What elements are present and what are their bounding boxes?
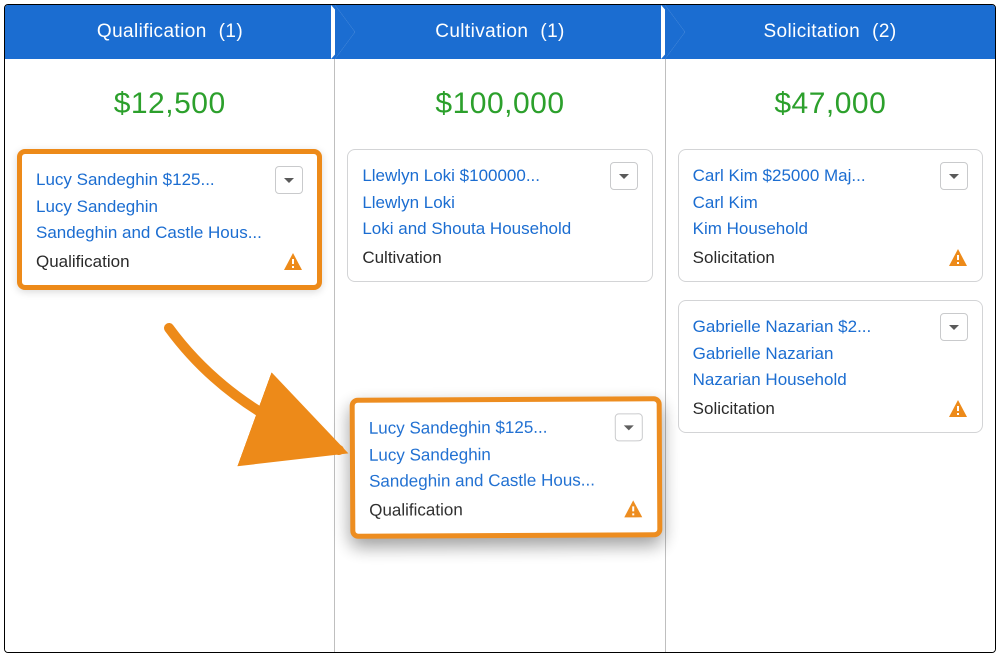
card-household[interactable]: Nazarian Household bbox=[693, 367, 968, 393]
opportunity-card[interactable]: Gabrielle Nazarian $2... Gabrielle Nazar… bbox=[678, 300, 983, 433]
opportunity-card[interactable]: Lucy Sandeghin $125... Lucy Sandeghin Sa… bbox=[17, 149, 322, 290]
card-stage: Solicitation bbox=[693, 245, 775, 271]
stage-count: (2) bbox=[872, 21, 896, 43]
warning-icon bbox=[948, 248, 968, 268]
stage-header-qualification[interactable]: Qualification (1) bbox=[5, 5, 335, 59]
card-menu-button[interactable] bbox=[610, 162, 638, 190]
chevron-down-icon bbox=[618, 163, 630, 189]
stage-count: (1) bbox=[219, 21, 243, 43]
card-title[interactable]: Llewlyn Loki $100000... bbox=[362, 163, 609, 189]
card-household[interactable]: Kim Household bbox=[693, 216, 968, 242]
card-menu-button[interactable] bbox=[940, 162, 968, 190]
card-contact[interactable]: Lucy Sandeghin bbox=[369, 441, 643, 469]
card-contact[interactable]: Carl Kim bbox=[693, 190, 968, 216]
stage-label: Solicitation bbox=[763, 21, 860, 43]
stage-count: (1) bbox=[540, 21, 564, 43]
column-amount: $47,000 bbox=[678, 87, 983, 121]
stage-label: Qualification bbox=[97, 21, 207, 43]
card-menu-button[interactable] bbox=[615, 413, 643, 441]
card-household[interactable]: Loki and Shouta Household bbox=[362, 216, 637, 242]
stage-columns: $12,500 Lucy Sandeghin $125... Lucy Sand… bbox=[5, 59, 995, 652]
card-title[interactable]: Lucy Sandeghin $125... bbox=[369, 414, 615, 442]
warning-icon bbox=[623, 499, 643, 519]
card-title[interactable]: Carl Kim $25000 Maj... bbox=[693, 163, 940, 189]
card-stage: Solicitation bbox=[693, 396, 775, 422]
card-contact[interactable]: Gabrielle Nazarian bbox=[693, 341, 968, 367]
stage-headers: Qualification (1) Cultivation (1) Solici… bbox=[5, 5, 995, 59]
stage-label: Cultivation bbox=[435, 21, 528, 43]
chevron-down-icon bbox=[623, 414, 635, 440]
card-stage: Qualification bbox=[369, 497, 463, 524]
chevron-down-icon bbox=[948, 314, 960, 340]
card-household[interactable]: Sandeghin and Castle Hous... bbox=[36, 220, 303, 246]
opportunity-card-dragging[interactable]: Lucy Sandeghin $125... Lucy Sandeghin Sa… bbox=[350, 396, 663, 539]
card-contact[interactable]: Llewlyn Loki bbox=[362, 190, 637, 216]
card-title[interactable]: Lucy Sandeghin $125... bbox=[36, 167, 275, 193]
card-household[interactable]: Sandeghin and Castle Hous... bbox=[369, 468, 643, 496]
column-amount: $12,500 bbox=[17, 87, 322, 121]
chevron-down-icon bbox=[283, 167, 295, 193]
card-stage: Qualification bbox=[36, 249, 130, 275]
kanban-board: Qualification (1) Cultivation (1) Solici… bbox=[4, 4, 996, 653]
card-title[interactable]: Gabrielle Nazarian $2... bbox=[693, 314, 940, 340]
stage-header-solicitation[interactable]: Solicitation (2) bbox=[665, 5, 995, 59]
card-menu-button[interactable] bbox=[940, 313, 968, 341]
card-menu-button[interactable] bbox=[275, 166, 303, 194]
column-qualification: $12,500 Lucy Sandeghin $125... Lucy Sand… bbox=[5, 59, 335, 652]
chevron-down-icon bbox=[948, 163, 960, 189]
card-contact[interactable]: Lucy Sandeghin bbox=[36, 194, 303, 220]
column-amount: $100,000 bbox=[347, 87, 652, 121]
opportunity-card[interactable]: Carl Kim $25000 Maj... Carl Kim Kim Hous… bbox=[678, 149, 983, 282]
stage-header-cultivation[interactable]: Cultivation (1) bbox=[335, 5, 665, 59]
warning-icon bbox=[948, 399, 968, 419]
column-cultivation: $100,000 Llewlyn Loki $100000... Llewlyn… bbox=[335, 59, 665, 652]
card-stage: Cultivation bbox=[362, 245, 441, 271]
warning-icon bbox=[283, 252, 303, 272]
column-solicitation: $47,000 Carl Kim $25000 Maj... Carl Kim … bbox=[666, 59, 995, 652]
opportunity-card[interactable]: Llewlyn Loki $100000... Llewlyn Loki Lok… bbox=[347, 149, 652, 282]
